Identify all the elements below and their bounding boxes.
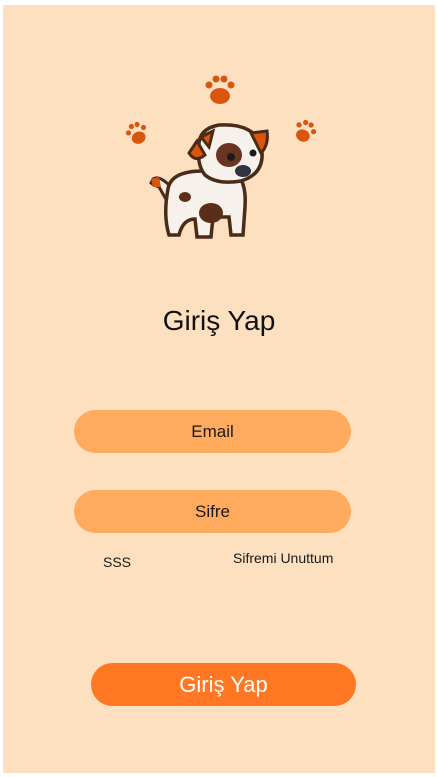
paw-icon (125, 121, 147, 144)
paw-icon (296, 119, 317, 142)
login-screen: Giriş Yap SSS Sifremi Unuttum Giriş Yap (3, 5, 435, 773)
password-field[interactable] (74, 490, 351, 533)
email-field[interactable] (74, 410, 351, 453)
dog-logo (125, 75, 317, 239)
paw-icon (205, 75, 235, 104)
page-title: Giriş Yap (162, 305, 276, 336)
faq-link[interactable]: SSS (103, 554, 131, 570)
forgot-password-link[interactable]: Sifremi Unuttum (233, 550, 333, 566)
login-button[interactable]: Giriş Yap (91, 663, 356, 706)
